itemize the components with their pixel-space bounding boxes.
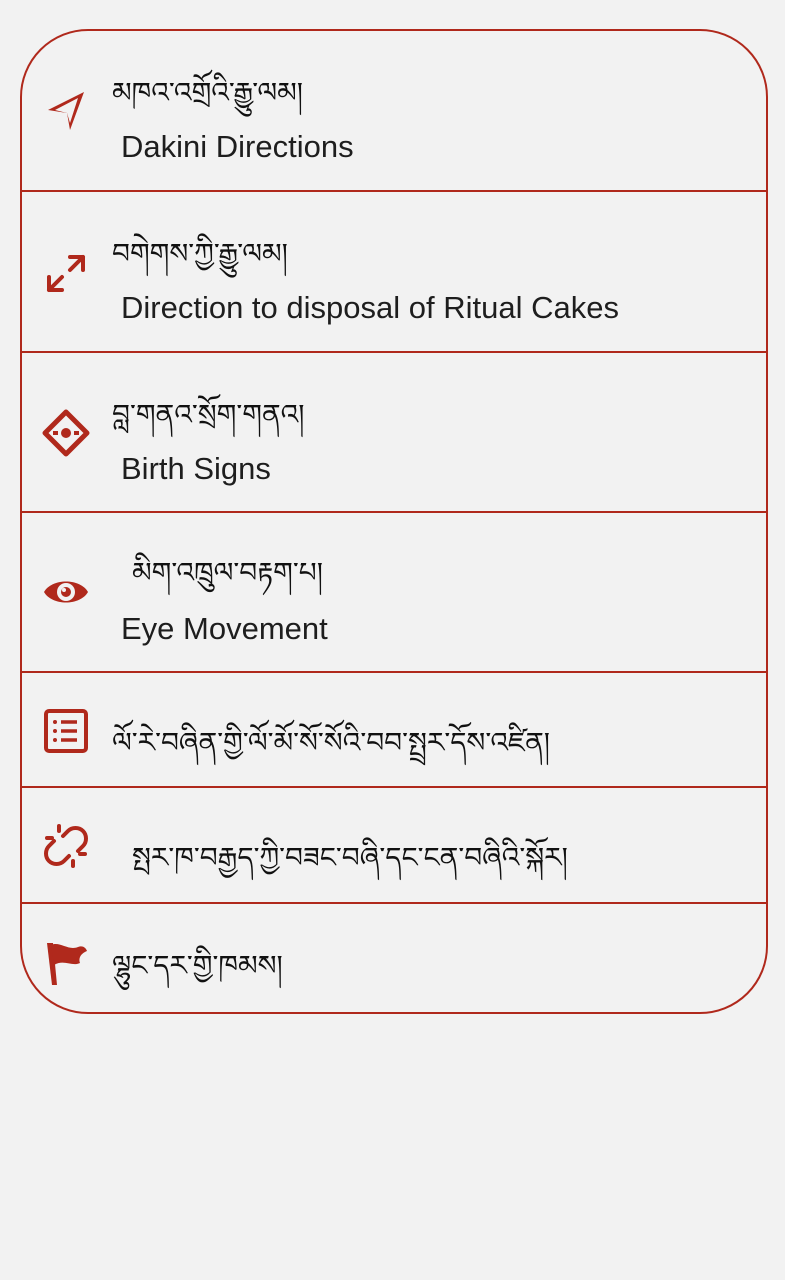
menu-item-eye-movement[interactable]: མིག་འཁྲུལ་བརྟག་པ། Eye Movement [22,511,766,671]
flag-icon [42,939,90,987]
navigation-arrow-icon [42,86,90,134]
eye-icon [42,568,90,616]
menu-card: མཁའ་འགྲོའི་རྒྱུ་ལམ། Dakini Directions བག… [20,29,768,1014]
diamond-target-icon [42,409,90,457]
menu-item-eight-trigrams[interactable]: སྤར་ཁ་བརྒྱད་ཀྱི་བཟང་བཞི་དང་ངན་བཞིའི་སྐོར… [22,786,766,902]
menu-item-yearly-signs[interactable]: ལོ་རེ་བཞིན་གྱི་ལོ་མོ་སོ་སོའི་བབ་སྤྲར་དོས… [22,671,766,786]
menu-item-prayer-flag[interactable]: ལྷུང་དར་གྱི་ཁམས། [22,902,766,1012]
menu-item-ritual-cakes[interactable]: བགེགས་ཀྱི་རྒྱུ་ལམ། Direction to disposal… [22,190,766,351]
menu-item-dakini-directions[interactable]: མཁའ་འགྲོའི་རྒྱུ་ལམ། Dakini Directions [22,31,766,190]
menu-item-tibetan-label: མིག་འཁྲུལ་བརྟག་པ། [132,556,323,589]
expand-arrows-icon [42,249,90,297]
menu-item-tibetan-label: སྤར་ཁ་བརྒྱད་ཀྱི་བཟང་བཞི་དང་ངན་བཞིའི་སྐོར… [132,841,568,874]
menu-item-english-label: Birth Signs [121,451,271,486]
menu-item-english-label: Direction to disposal of Ritual Cakes [121,290,619,325]
menu-item-english-label: Dakini Directions [121,129,354,164]
list-document-icon [42,707,90,755]
menu-item-birth-signs[interactable]: བླ་གནའ་སྲོག་གནའ། Birth Signs [22,351,766,511]
menu-item-tibetan-label: ལོ་རེ་བཞིན་གྱི་ལོ་མོ་སོ་སོའི་བབ་སྤྲར་དོས… [112,726,550,759]
menu-item-tibetan-label: ལྷུང་དར་གྱི་ཁམས། [112,949,283,982]
broken-link-icon [42,822,90,870]
menu-item-english-label: Eye Movement [121,611,328,646]
